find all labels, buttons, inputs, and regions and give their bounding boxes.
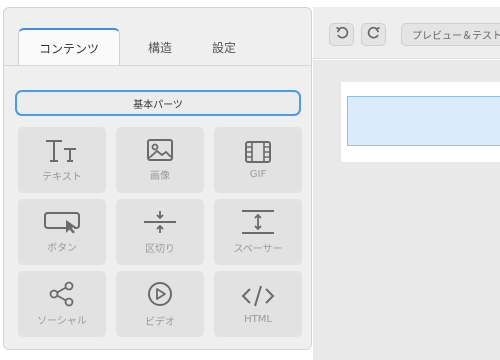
tab-settings[interactable]: 設定 — [194, 28, 254, 66]
panel-body: 基本パーツ テキスト 画像 GIF ボタン 区切り スペーサー ソーシャル ビデ… — [4, 65, 311, 349]
content-panel: コンテンツ 構造 設定 基本パーツ テキスト 画像 GIF ボタン 区切り スペ… — [3, 7, 312, 350]
tile-button[interactable]: ボタン — [18, 199, 106, 265]
tile-social[interactable]: ソーシャル — [18, 271, 106, 337]
tile-label: 画像 — [150, 171, 170, 182]
spacer-icon — [240, 209, 276, 235]
tile-label: ボタン — [47, 243, 77, 254]
tile-divider[interactable]: 区切り — [116, 199, 204, 265]
panel-tabs: コンテンツ 構造 設定 — [4, 8, 311, 66]
tile-label: 区切り — [145, 244, 175, 255]
tab-structure[interactable]: 構造 — [130, 28, 190, 66]
editor-canvas — [313, 60, 500, 360]
tile-label: テキスト — [42, 172, 82, 183]
image-icon — [146, 138, 174, 162]
redo-button[interactable] — [361, 23, 386, 46]
tile-label: ソーシャル — [37, 316, 87, 327]
tile-text[interactable]: テキスト — [18, 127, 106, 193]
tile-label: スペーサー — [233, 244, 283, 255]
film-icon — [244, 140, 272, 164]
undo-button[interactable] — [329, 23, 354, 46]
tile-label: ビデオ — [145, 317, 175, 328]
redo-icon — [367, 25, 381, 44]
tile-label: GIF — [249, 169, 267, 180]
basic-parts-label: 基本パーツ — [133, 99, 183, 111]
share-icon — [48, 281, 76, 307]
selected-content-block[interactable] — [347, 96, 500, 146]
play-circle-icon — [146, 280, 174, 308]
tile-image[interactable]: 画像 — [116, 127, 204, 193]
code-icon — [240, 283, 276, 309]
tab-contents[interactable]: コンテンツ — [18, 28, 120, 66]
divider-icon — [142, 209, 178, 235]
basic-parts-toggle[interactable]: 基本パーツ — [15, 90, 301, 116]
email-page — [341, 82, 500, 162]
tile-html[interactable]: HTML — [214, 271, 302, 337]
button-cursor-icon — [42, 210, 82, 234]
preview-test-button[interactable]: プレビュー＆テスト — [401, 23, 500, 46]
tile-spacer[interactable]: スペーサー — [214, 199, 302, 265]
editor-toolbar: プレビュー＆テスト — [313, 7, 500, 59]
tile-gif[interactable]: GIF — [214, 127, 302, 193]
undo-icon — [335, 25, 349, 44]
text-format-icon — [44, 137, 80, 163]
tile-video[interactable]: ビデオ — [116, 271, 204, 337]
tile-label: HTML — [244, 314, 272, 325]
